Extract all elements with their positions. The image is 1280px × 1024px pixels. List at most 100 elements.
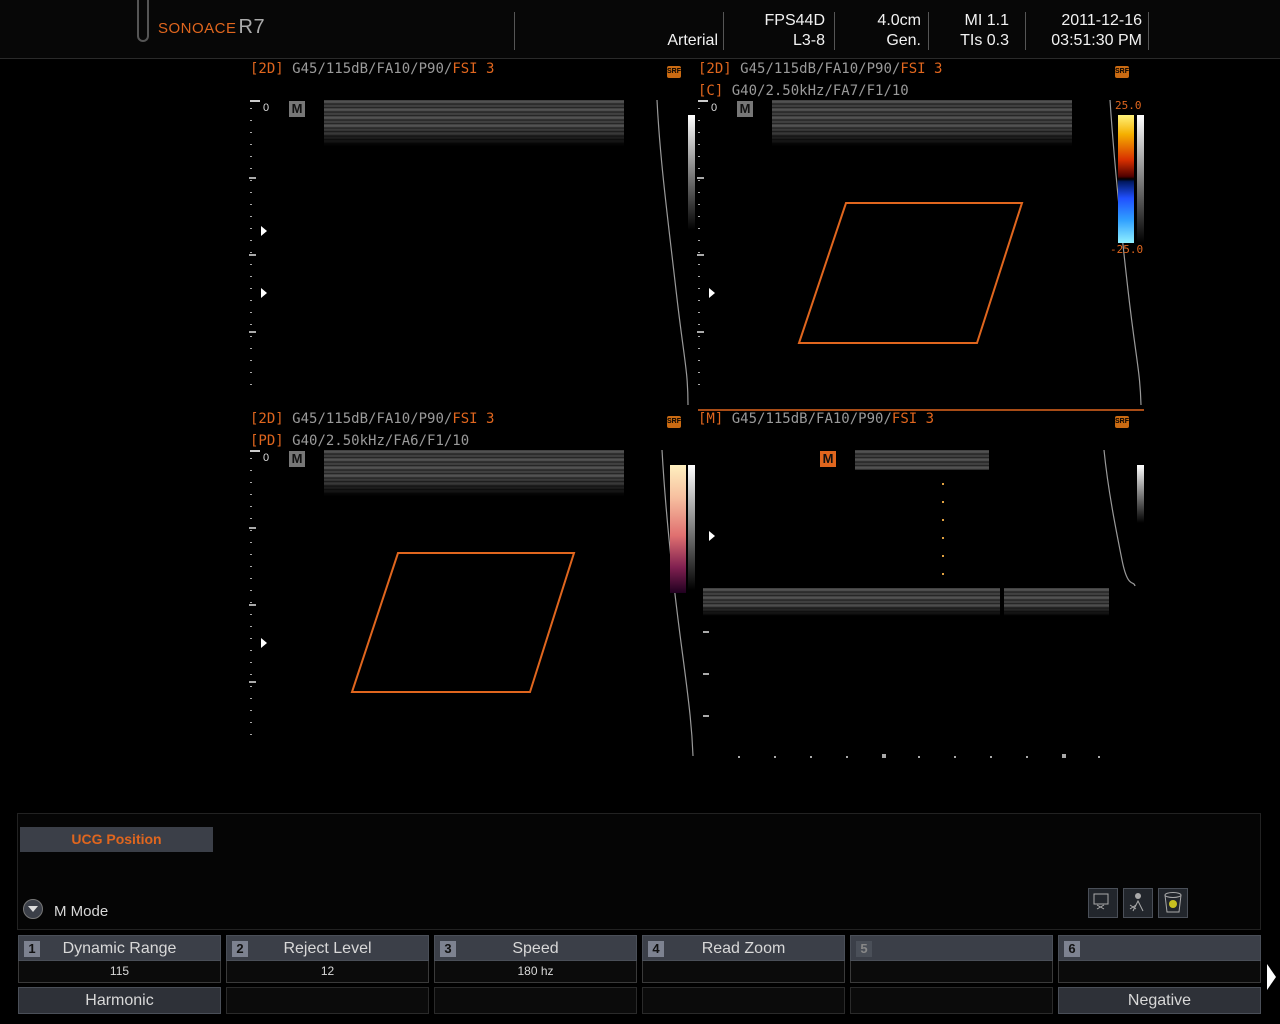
mode-dropdown-label[interactable]: M Mode [54, 903, 108, 920]
viewport-br-params: [M] G45/115dB/FA10/P90/FSI 3 [698, 411, 934, 427]
m-mode-scale [703, 631, 1100, 758]
softkey-title-button[interactable]: 5 [850, 935, 1053, 961]
focus-marker [709, 531, 715, 541]
grayscale-bar [688, 115, 695, 230]
softkey-title-button[interactable]: 2 Reject Level [226, 935, 429, 961]
softkey-title-button[interactable]: 3 Speed [434, 935, 637, 961]
next-page-arrow-icon[interactable] [1267, 964, 1276, 990]
m-mode-icon[interactable]: M [289, 451, 305, 467]
imaging-params: G45/115dB/FA10/P90/ [292, 61, 453, 77]
softkey-title: Speed [512, 940, 559, 957]
trash-icon[interactable] [1158, 888, 1188, 918]
focus-marker [261, 638, 267, 648]
softkey-value: 180 hz [434, 961, 637, 983]
viewport-tr-color-params: [C] G40/2.50kHz/FA7/F1/10 [698, 83, 909, 99]
exit-glyph [1093, 893, 1109, 910]
fsi-label: FSI 3 [452, 411, 495, 427]
m-mode-icon[interactable]: M [737, 101, 753, 117]
patient-glyph [1129, 893, 1144, 912]
softkey-number: 6 [1064, 941, 1080, 957]
m-mode-thumbnail [772, 100, 1072, 146]
softkey-title: Dynamic Range [62, 940, 177, 957]
tgc-curve [1103, 449, 1136, 587]
softkey-number: 5 [856, 941, 872, 957]
grayscale-bar [1137, 465, 1144, 523]
grayscale-bar [1137, 115, 1144, 243]
softkey-sub-button[interactable]: Negative [1058, 987, 1261, 1014]
srf-icon: SRF [667, 66, 681, 78]
power-doppler-params: G40/2.50kHz/FA6/F1/10 [292, 433, 470, 449]
viewport-tr-params: [2D] G45/115dB/FA10/P90/FSI 3 [698, 61, 942, 77]
m-mode-icon-active[interactable]: M [820, 451, 836, 467]
mode-bracket: [PD] [250, 433, 284, 449]
viewport-bl-pd-params: [PD] G40/2.50kHz/FA6/F1/10 [250, 433, 469, 449]
softkey-title-button[interactable]: 1 Dynamic Range [18, 935, 221, 961]
softkey-2[interactable]: 2 Reject Level 12 [226, 935, 429, 1014]
depth-scale-top-right [697, 100, 708, 395]
m-mode-trace-live [1004, 588, 1109, 616]
softkey-3[interactable]: 3 Speed 180 hz [434, 935, 637, 1014]
focus-marker [261, 226, 267, 236]
exit-icon[interactable] [1088, 888, 1118, 918]
fsi-label: FSI 3 [900, 61, 943, 77]
power-doppler-roi-box [350, 552, 576, 693]
softkey-4[interactable]: 4 Read Zoom [642, 935, 845, 1014]
fsi-label: FSI 3 [452, 61, 495, 77]
softkey-value [850, 961, 1053, 983]
imaging-params: G45/115dB/FA10/P90/ [292, 411, 453, 427]
softkey-sub-button[interactable] [226, 987, 429, 1014]
imaging-params: G45/115dB/FA10/P90/ [731, 411, 892, 427]
softkey-value: 115 [18, 961, 221, 983]
focus-marker [709, 288, 715, 298]
srf-icon: SRF [1115, 66, 1129, 78]
focus-marker [261, 288, 267, 298]
softkey-sub-button[interactable]: Harmonic [18, 987, 221, 1014]
softkey-5[interactable]: 5 [850, 935, 1053, 1014]
softkey-1[interactable]: 1 Dynamic Range 115 Harmonic [18, 935, 221, 1014]
depth-zero-label: 0 [263, 102, 270, 114]
srf-icon: SRF [667, 416, 681, 428]
softkey-title: Reject Level [283, 940, 372, 957]
depth-scale-bottom-left [249, 450, 260, 745]
depth-zero-label: 0 [263, 452, 270, 464]
mode-dropdown-icon[interactable] [23, 899, 43, 919]
trash-glyph [1164, 892, 1182, 913]
imaging-params: G45/115dB/FA10/P90/ [740, 61, 901, 77]
softkey-value [1058, 961, 1261, 983]
viewport-tl-params: [2D] G45/115dB/FA10/P90/FSI 3 [250, 61, 494, 77]
grayscale-bar [688, 465, 695, 590]
mode-bracket: [2D] [250, 411, 284, 427]
depth-zero-label: 0 [711, 102, 718, 114]
velocity-scale-bottom: -25.0 [1110, 243, 1144, 256]
power-doppler-bar [670, 465, 686, 593]
softkey-sub-button[interactable] [434, 987, 637, 1014]
m-mode-thumbnail [324, 100, 624, 146]
color-params: G40/2.50kHz/FA7/F1/10 [731, 83, 909, 99]
softkey-title-button[interactable]: 4 Read Zoom [642, 935, 845, 961]
mode-bracket: [2D] [698, 61, 732, 77]
softkey-6[interactable]: 6 Negative [1058, 935, 1261, 1014]
m-mode-thumbnail [324, 450, 624, 496]
velocity-scale-top: 25.0 [1115, 99, 1142, 112]
mode-bracket: [M] [698, 411, 724, 427]
mode-bracket: [C] [698, 83, 724, 99]
color-roi-box [797, 202, 1024, 344]
ucg-position-button[interactable]: UCG Position [20, 827, 213, 852]
softkey-title-button[interactable]: 6 [1058, 935, 1261, 961]
srf-icon: SRF [1115, 416, 1129, 428]
tgc-curve [656, 99, 689, 406]
softkey-value [642, 961, 845, 983]
patient-icon[interactable] [1123, 888, 1153, 918]
fsi-label: FSI 3 [891, 411, 935, 427]
softkey-value: 12 [226, 961, 429, 983]
viewport-bl-params: [2D] G45/115dB/FA10/P90/FSI 3 [250, 411, 494, 427]
softkey-sub-button[interactable] [850, 987, 1053, 1014]
mode-bracket: [2D] [250, 61, 284, 77]
m-mode-thumbnail [855, 450, 989, 470]
softkey-title: Read Zoom [701, 940, 786, 957]
m-mode-icon[interactable]: M [289, 101, 305, 117]
image-area-graphics [249, 99, 1144, 758]
m-mode-trace [703, 588, 1000, 616]
softkey-sub-button[interactable] [642, 987, 845, 1014]
depth-scale-top-left [249, 100, 260, 395]
